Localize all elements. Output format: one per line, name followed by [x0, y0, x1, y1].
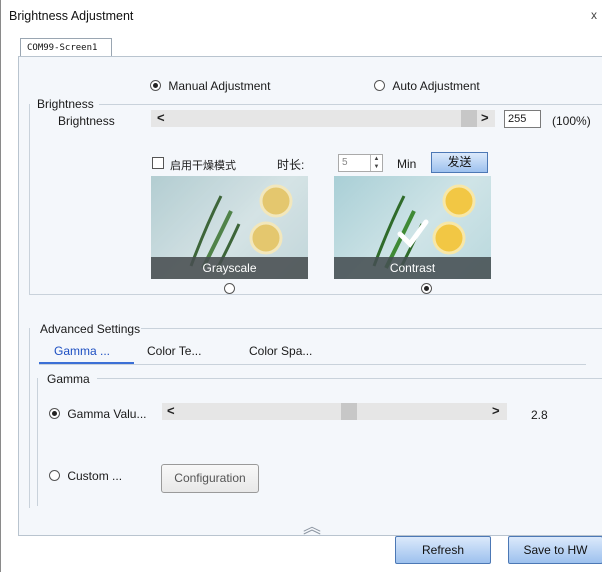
advanced-group-border [141, 328, 602, 329]
duration-unit: Min [397, 157, 417, 171]
duration-value[interactable]: 5 [342, 157, 348, 168]
contrast-preview-label: Contrast [334, 257, 491, 279]
brightness-percent: (100%) [552, 114, 591, 128]
brightness-value-input[interactable]: 255 [504, 110, 541, 128]
custom-label: Custom ... [67, 468, 123, 483]
tab-screen[interactable]: COM99-Screen1 [20, 38, 112, 57]
tab-color-space[interactable]: Color Spa... [249, 344, 312, 358]
dry-mode-checkbox[interactable] [152, 157, 164, 169]
manual-adjustment-label: Manual Adjustment [168, 78, 271, 93]
gamma-slider-right-arrow[interactable]: > [492, 403, 500, 418]
brightness-adjustment-window: Brightness Adjustment x COM99-Screen1 Ma… [0, 0, 602, 572]
refresh-button[interactable]: Refresh [395, 536, 491, 564]
manual-adjustment-option[interactable]: Manual Adjustment [150, 78, 270, 93]
title-bar: Brightness Adjustment x [1, 0, 602, 32]
auto-adjustment-radio[interactable] [374, 80, 385, 92]
dry-mode-label: 启用干燥模式 [170, 160, 236, 172]
brightness-slider[interactable]: < > [151, 110, 495, 127]
gamma-slider-track[interactable] [162, 403, 507, 420]
gamma-value: 2.8 [531, 408, 548, 422]
gamma-group-border-left [37, 378, 38, 506]
gamma-slider[interactable]: < > [162, 403, 507, 420]
brightness-group-border-left [29, 104, 30, 294]
gamma-slider-left-arrow[interactable]: < [167, 403, 175, 418]
grayscale-preview[interactable]: Grayscale [151, 176, 308, 279]
custom-option[interactable]: Custom ... [49, 468, 122, 483]
brightness-slider-track[interactable] [151, 110, 495, 127]
send-button[interactable]: 发送 [431, 152, 488, 173]
brightness-group-label: Brightness [37, 97, 94, 111]
grayscale-radio[interactable] [224, 283, 235, 294]
gamma-slider-thumb[interactable] [341, 403, 358, 420]
duration-stepper[interactable]: 5 ▲ ▼ [338, 154, 383, 172]
tab-color-temperature[interactable]: Color Te... [147, 344, 201, 358]
custom-radio[interactable] [49, 470, 60, 482]
configuration-button[interactable]: Configuration [161, 464, 259, 493]
gamma-value-option[interactable]: Gamma Valu... [49, 406, 146, 421]
advanced-group-border-left [29, 328, 30, 508]
brightness-group-border-bottom [29, 294, 602, 295]
gamma-group-border [97, 378, 602, 379]
advanced-tab-divider [39, 364, 586, 365]
brightness-slider-left-arrow[interactable]: < [157, 110, 165, 125]
brightness-row-label: Brightness [58, 114, 115, 128]
close-icon[interactable]: x [591, 8, 597, 22]
screen-panel [18, 56, 602, 536]
gamma-group-label: Gamma [47, 372, 90, 386]
stepper-arrows-icon[interactable]: ▲ ▼ [370, 155, 382, 171]
grayscale-preview-label: Grayscale [151, 257, 308, 279]
save-to-hw-button[interactable]: Save to HW [508, 536, 602, 564]
brightness-slider-right-arrow[interactable]: > [481, 110, 489, 125]
auto-adjustment-option[interactable]: Auto Adjustment [374, 78, 480, 93]
duration-label: 时长: [277, 158, 305, 172]
tab-gamma[interactable]: Gamma ... [54, 344, 110, 358]
auto-adjustment-label: Auto Adjustment [392, 78, 480, 93]
brightness-group-border [99, 104, 602, 105]
manual-adjustment-radio[interactable] [150, 80, 161, 92]
window-title: Brightness Adjustment [9, 9, 134, 23]
contrast-preview[interactable]: Contrast [334, 176, 491, 279]
gamma-value-radio[interactable] [49, 408, 60, 420]
brightness-slider-thumb[interactable] [461, 110, 477, 127]
gamma-value-label: Gamma Valu... [67, 406, 147, 421]
collapse-icon[interactable]: ︽ [303, 513, 321, 539]
advanced-settings-label: Advanced Settings [40, 322, 141, 336]
